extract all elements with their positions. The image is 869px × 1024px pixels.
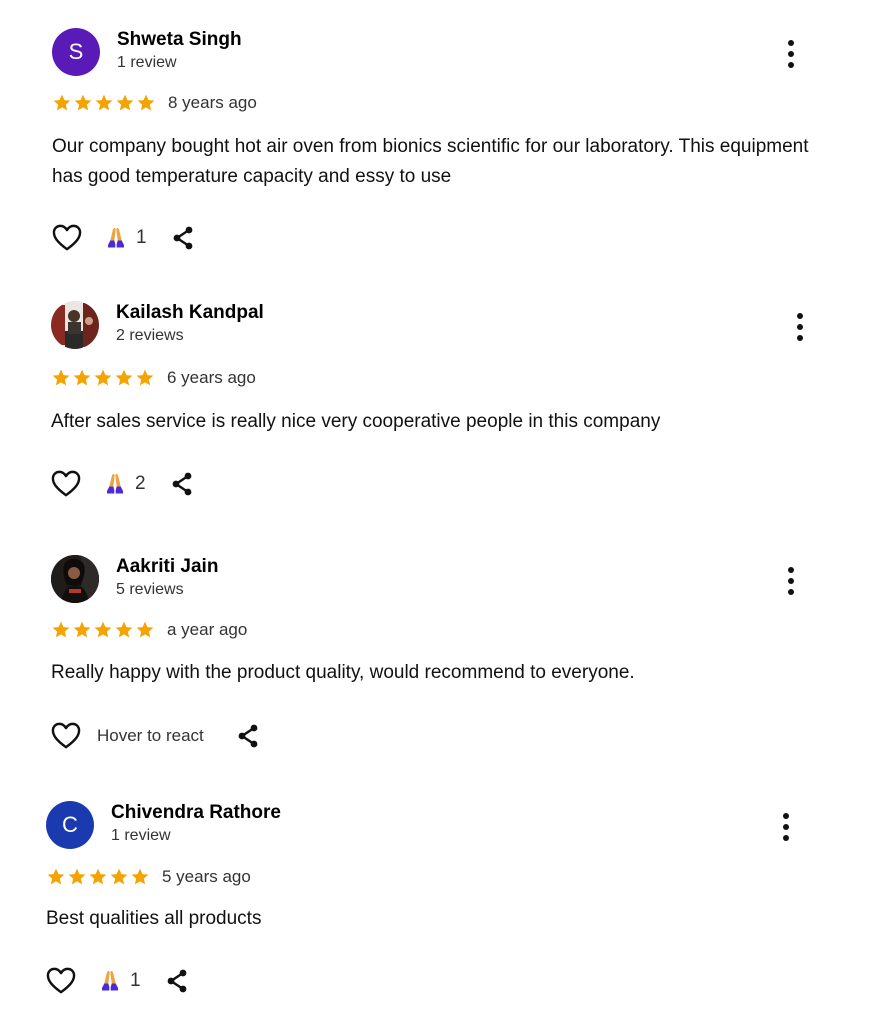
star-icon bbox=[52, 369, 70, 386]
star-icon bbox=[53, 94, 71, 111]
profile-photo bbox=[51, 555, 99, 603]
reviewer-review-count: 5 reviews bbox=[116, 581, 184, 598]
praying-hands-icon bbox=[102, 971, 118, 991]
more-options-button[interactable] bbox=[781, 40, 801, 68]
like-button[interactable] bbox=[46, 967, 76, 995]
like-button[interactable] bbox=[51, 722, 81, 750]
avatar-letter: S bbox=[68, 39, 84, 64]
star-rating bbox=[52, 93, 156, 113]
avatar[interactable]: C bbox=[46, 801, 94, 849]
star-icon bbox=[73, 621, 91, 638]
share-button[interactable] bbox=[236, 723, 260, 749]
like-button[interactable] bbox=[52, 224, 82, 252]
review-actions: 1 bbox=[46, 965, 189, 997]
star-icon bbox=[89, 868, 107, 885]
star-rating bbox=[51, 368, 155, 388]
share-button[interactable] bbox=[171, 225, 195, 251]
star-icon bbox=[136, 369, 154, 386]
star-icon bbox=[74, 94, 92, 111]
rating-row: 5 years ago bbox=[46, 865, 251, 889]
reviewer-name[interactable]: Aakriti Jain bbox=[116, 556, 218, 578]
avatar-letter: C bbox=[62, 812, 78, 837]
more-options-button[interactable] bbox=[776, 813, 796, 841]
star-icon bbox=[115, 369, 133, 386]
avatar[interactable] bbox=[51, 555, 99, 603]
star-icon bbox=[52, 621, 70, 638]
review-actions: Hover to react bbox=[51, 720, 260, 752]
star-icon bbox=[68, 868, 86, 885]
heart-icon bbox=[51, 470, 81, 497]
share-button[interactable] bbox=[170, 471, 194, 497]
star-icon bbox=[131, 868, 149, 885]
review-date: 8 years ago bbox=[168, 93, 257, 112]
share-icon bbox=[173, 226, 192, 250]
star-icon bbox=[94, 621, 112, 638]
share-button[interactable] bbox=[165, 968, 189, 994]
heart-icon bbox=[52, 224, 82, 251]
star-icon bbox=[115, 621, 133, 638]
rating-row: a year ago bbox=[51, 618, 247, 642]
avatar[interactable] bbox=[51, 301, 99, 349]
reaction-count: 1 bbox=[136, 227, 147, 248]
praying-hands-icon bbox=[107, 474, 123, 494]
more-vertical-icon bbox=[788, 40, 794, 46]
reviewer-name[interactable]: Chivendra Rathore bbox=[111, 802, 281, 824]
share-icon bbox=[238, 724, 258, 748]
star-icon bbox=[47, 868, 65, 885]
reaction-button[interactable]: 2 bbox=[103, 472, 146, 496]
star-icon bbox=[110, 868, 128, 885]
reaction-count: 2 bbox=[135, 473, 146, 494]
more-vertical-icon bbox=[788, 567, 794, 573]
praying-hands-icon bbox=[108, 228, 124, 248]
review-text: Best qualities all products bbox=[46, 908, 262, 929]
reviewer-name[interactable]: Kailash Kandpal bbox=[116, 302, 264, 324]
hover-to-react-label: Hover to react bbox=[97, 726, 204, 745]
star-rating bbox=[51, 620, 155, 640]
review-actions: 1 bbox=[52, 222, 195, 254]
more-options-button[interactable] bbox=[781, 567, 801, 595]
rating-row: 8 years ago bbox=[52, 91, 257, 115]
more-options-button[interactable] bbox=[790, 313, 810, 341]
reviewer-review-count: 2 reviews bbox=[116, 327, 184, 344]
like-button[interactable] bbox=[51, 470, 81, 498]
share-icon bbox=[167, 969, 186, 993]
more-vertical-icon bbox=[783, 813, 789, 819]
review-text: Really happy with the product quality, w… bbox=[51, 662, 635, 683]
star-icon bbox=[95, 94, 113, 111]
review-date: 6 years ago bbox=[167, 368, 256, 387]
star-icon bbox=[116, 94, 134, 111]
reaction-button[interactable]: 1 bbox=[104, 226, 147, 250]
profile-photo bbox=[51, 301, 99, 349]
heart-icon bbox=[51, 722, 81, 749]
star-icon bbox=[137, 94, 155, 111]
star-icon bbox=[94, 369, 112, 386]
star-rating bbox=[46, 867, 150, 887]
share-icon bbox=[172, 472, 191, 496]
review-text: After sales service is really nice very … bbox=[51, 411, 661, 432]
star-icon bbox=[136, 621, 154, 638]
heart-icon bbox=[46, 967, 76, 994]
review-text: Our company bought hot air oven from bio… bbox=[52, 136, 809, 187]
reaction-button[interactable]: 1 bbox=[98, 969, 141, 993]
rating-row: 6 years ago bbox=[51, 366, 256, 390]
reviewer-review-count: 1 review bbox=[117, 54, 177, 71]
reviewer-name[interactable]: Shweta Singh bbox=[117, 29, 242, 51]
reviewer-review-count: 1 review bbox=[111, 827, 171, 844]
avatar[interactable]: S bbox=[52, 28, 100, 76]
review-date: a year ago bbox=[167, 620, 248, 639]
more-vertical-icon bbox=[797, 313, 803, 319]
reaction-count: 1 bbox=[130, 970, 141, 991]
review-actions: 2 bbox=[51, 468, 194, 500]
review-date: 5 years ago bbox=[162, 867, 251, 886]
star-icon bbox=[73, 369, 91, 386]
